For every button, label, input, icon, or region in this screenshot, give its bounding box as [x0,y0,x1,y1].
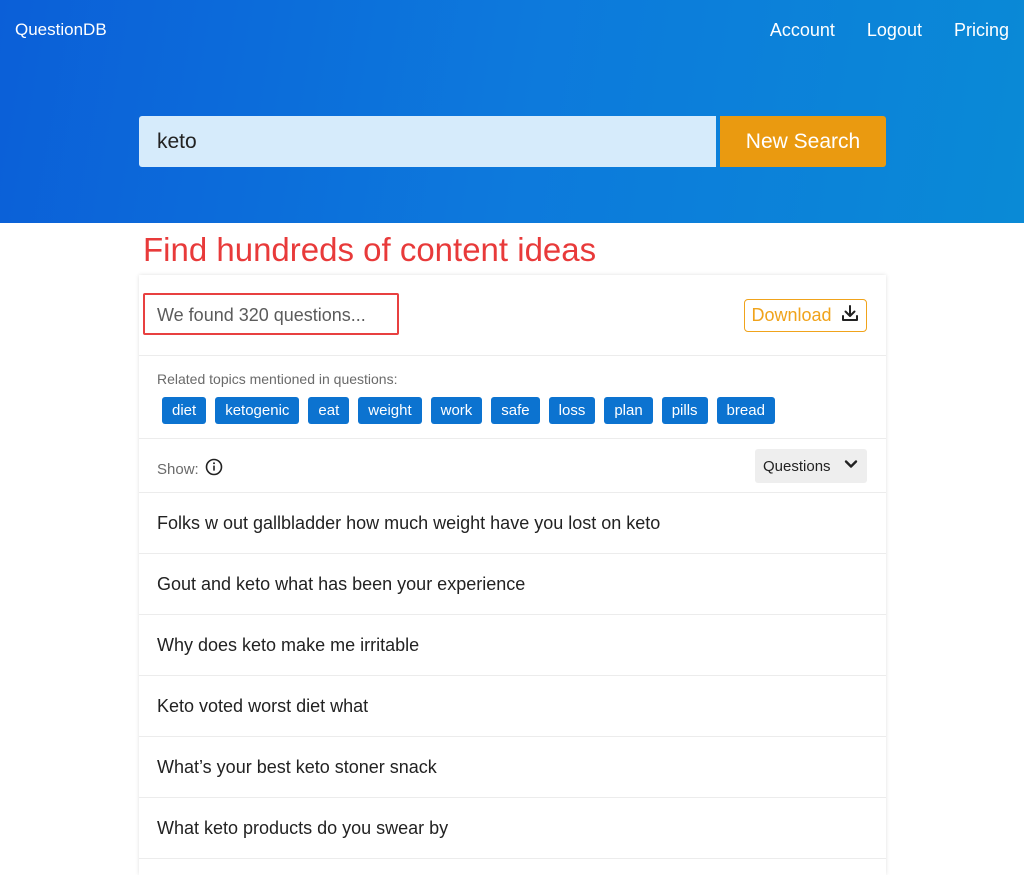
topic-chip[interactable]: loss [548,397,596,424]
download-label: Download [751,305,832,325]
topic-chip[interactable]: weight [358,397,422,424]
topic-chip[interactable]: ketogenic [215,397,300,424]
search-input[interactable] [139,116,716,167]
show-filter-row: Show: Questions [139,439,886,493]
question-item[interactable]: Keto voted worst diet what [139,676,886,737]
topic-chip[interactable]: pills [661,397,708,424]
topic-chip[interactable]: plan [604,397,653,424]
related-topics: Related topics mentioned in questions: d… [139,356,886,439]
topic-chip[interactable]: eat [308,397,350,424]
chevron-down-icon [843,456,859,476]
nav-pricing-link[interactable]: Pricing [954,20,1009,41]
results-header: We found 320 questions... Download [139,275,886,356]
question-item[interactable]: What keto products do you swear by [139,798,886,859]
nav-account-link[interactable]: Account [770,20,835,41]
topic-chip[interactable]: diet [162,397,207,424]
question-item[interactable]: What’s your best keto stoner snack [139,737,886,798]
download-button[interactable]: Download [744,299,867,332]
results-count: We found 320 questions... [157,305,366,325]
info-icon[interactable] [205,458,223,480]
annotation-heading: Find hundreds of content ideas [143,231,597,268]
download-icon [840,303,860,328]
brand-logo[interactable]: QuestionDB [15,20,107,40]
new-search-button[interactable]: New Search [720,116,886,167]
show-label: Show: [157,460,199,478]
question-item[interactable]: Folks w out gallbladder how much weight … [139,493,886,554]
topic-chip[interactable]: bread [716,397,775,424]
show-select-value: Questions [763,457,831,475]
question-list: Folks w out gallbladder how much weight … [139,493,886,859]
show-filter: Show: [157,458,223,480]
topic-chip[interactable]: safe [491,397,540,424]
hero-banner: QuestionDB Account Logout Pricing New Se… [0,0,1024,223]
nav-logout-link[interactable]: Logout [867,20,922,41]
related-topics-label: Related topics mentioned in questions: [157,371,398,387]
show-select-dropdown[interactable]: Questions [755,449,867,483]
results-card: We found 320 questions... Download Relat… [139,275,886,875]
topic-chips: diet ketogenic eat weight work safe loss… [162,397,775,424]
top-nav: Account Logout Pricing [770,20,1009,41]
topic-chip[interactable]: work [430,397,483,424]
question-item[interactable]: Why does keto make me irritable [139,615,886,676]
question-item[interactable]: Gout and keto what has been your experie… [139,554,886,615]
